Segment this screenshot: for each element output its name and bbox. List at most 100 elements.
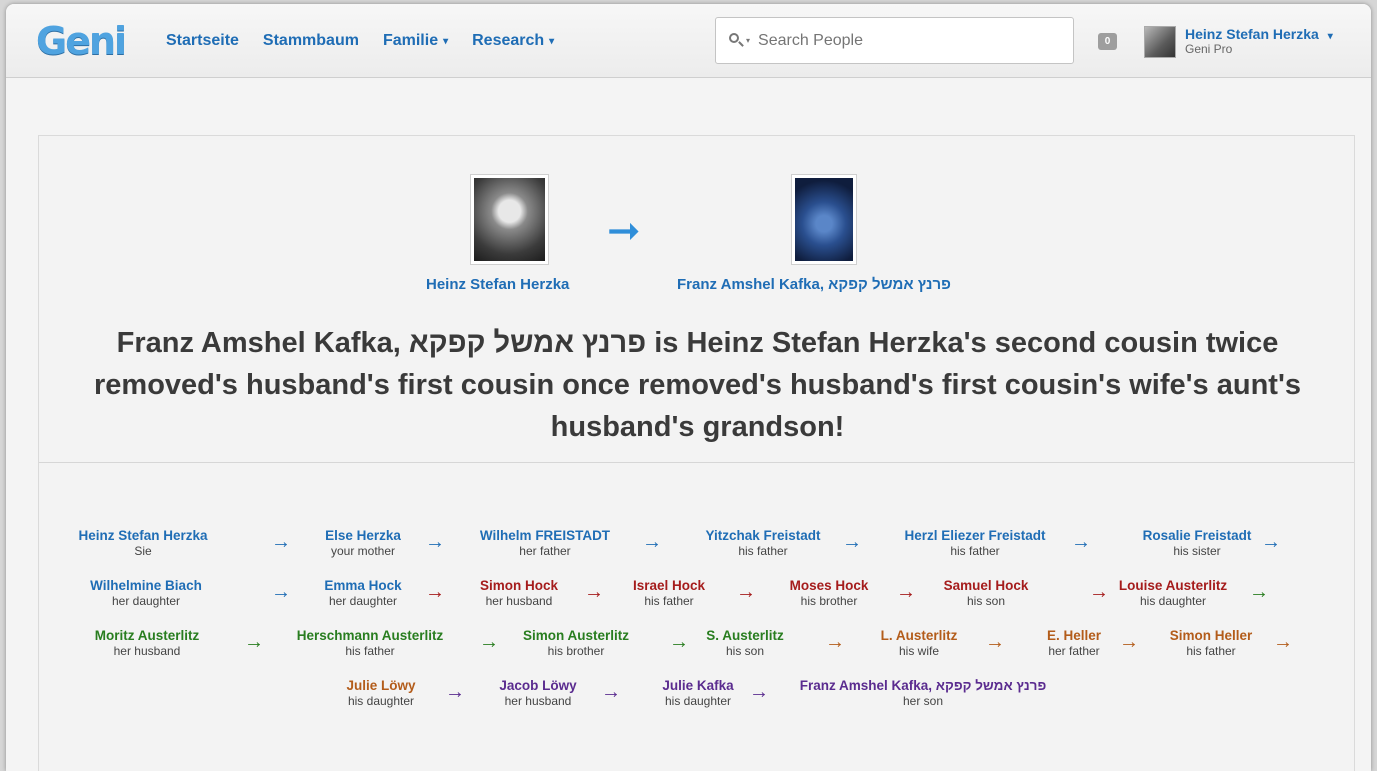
- chain-person-name[interactable]: Wilhelmine Biach: [90, 578, 202, 593]
- chain-person-name[interactable]: E. Heller: [1047, 628, 1101, 643]
- search-box[interactable]: ▾: [715, 17, 1074, 64]
- search-input[interactable]: [758, 31, 1039, 50]
- chain-person: Franz Amshel Kafka, פרנץ אמשל קפקא her so…: [800, 678, 1047, 708]
- nav-startseite[interactable]: Startseite: [166, 32, 239, 50]
- chain-person-relation: her husband: [113, 644, 181, 658]
- relationship-summary: ➞ Heinz Stefan Herzka Franz Amshel Kafka…: [39, 136, 1354, 463]
- chain-person-name[interactable]: Simon Hock: [480, 578, 558, 593]
- user-plan: Geni Pro: [1185, 42, 1233, 56]
- chain-person-name[interactable]: L. Austerlitz: [881, 628, 958, 643]
- chain-person-name[interactable]: Julie Löwy: [346, 678, 415, 693]
- chain-person: Herzl Eliezer Freistadt his father: [904, 528, 1045, 558]
- user-menu[interactable]: Heinz Stefan Herzka ▾: [1185, 26, 1333, 42]
- browser-window: Geni Startseite Stammbaum Familie ▾ Resea…: [6, 4, 1371, 771]
- top-navigation-bar: Geni Startseite Stammbaum Familie ▾ Resea…: [6, 4, 1371, 78]
- arrow-right-icon: →: [1261, 531, 1281, 553]
- arrow-right-icon: →: [749, 681, 769, 703]
- arrow-right-icon: →: [271, 581, 291, 603]
- chain-person-name[interactable]: Louise Austerlitz: [1119, 578, 1227, 593]
- chain-person-relation: his son: [966, 594, 1006, 608]
- nav-research[interactable]: Research ▾: [472, 32, 554, 50]
- chain-person-relation: his father: [644, 594, 694, 608]
- chain-person-name[interactable]: Jacob Löwy: [499, 678, 576, 693]
- chain-person-relation: his brother: [547, 644, 605, 658]
- arrow-right-icon: ➞: [607, 209, 641, 253]
- chain-person-relation: his sister: [1173, 544, 1221, 558]
- relationship-headline: Franz Amshel Kafka, פרנץ אמשל קפקא is He…: [94, 327, 1301, 443]
- arrow-right-icon: →: [669, 631, 689, 653]
- nav-label: Stammbaum: [262, 32, 359, 49]
- user-name-label: Heinz Stefan Herzka: [1185, 26, 1319, 42]
- chain-person: E. Heller her father: [1047, 628, 1101, 658]
- chain-person-relation: her daughter: [111, 594, 181, 608]
- chain-person-relation: her husband: [485, 594, 553, 608]
- chain-person-relation: her son: [902, 694, 944, 708]
- chevron-down-icon: ▾: [443, 35, 449, 47]
- chain-person-name[interactable]: Heinz Stefan Herzka: [78, 528, 207, 543]
- geni-logo[interactable]: Geni: [36, 19, 127, 63]
- profile-photo-to[interactable]: [791, 174, 857, 265]
- chain-person-name[interactable]: Herzl Eliezer Freistadt: [904, 528, 1045, 543]
- chain-person-relation: her husband: [504, 694, 572, 708]
- chevron-down-icon: ▾: [549, 35, 555, 47]
- chain-person-name[interactable]: Moses Hock: [790, 578, 869, 593]
- chain-person: Simon Hock her husband: [480, 578, 558, 608]
- notification-badge[interactable]: 0: [1098, 33, 1117, 50]
- chain-person-name[interactable]: Israel Hock: [633, 578, 705, 593]
- from-person-link[interactable]: Heinz Stefan Herzka: [426, 276, 569, 293]
- nav-familie[interactable]: Familie ▾: [383, 32, 448, 50]
- chain-person: Samuel Hock his son: [944, 578, 1029, 608]
- arrow-right-icon: →: [1273, 631, 1293, 653]
- arrow-right-icon: →: [425, 581, 445, 603]
- arrow-right-icon: →: [842, 531, 862, 553]
- arrow-right-icon: →: [1089, 581, 1109, 603]
- chain-person: Simon Austerlitz his brother: [523, 628, 629, 658]
- chain-person-name[interactable]: Emma Hock: [324, 578, 401, 593]
- chain-person-name[interactable]: Simon Austerlitz: [523, 628, 629, 643]
- profile-photo-from[interactable]: [470, 174, 549, 265]
- chevron-down-icon: ▾: [1327, 31, 1333, 42]
- chain-person-relation: his daughter: [1139, 594, 1207, 608]
- arrow-right-icon: →: [479, 631, 499, 653]
- chain-person-name[interactable]: Rosalie Freistadt: [1143, 528, 1252, 543]
- chain-person-relation: his brother: [800, 594, 858, 608]
- chain-person: Emma Hock her daughter: [324, 578, 401, 608]
- arrow-right-icon: →: [244, 631, 264, 653]
- chain-person: L. Austerlitz his wife: [881, 628, 958, 658]
- arrow-right-icon: →: [736, 581, 756, 603]
- relationship-path: Heinz Stefan Herzka Sie Else Herzka your mo…: [39, 528, 1354, 758]
- chain-person: Jacob Löwy her husband: [499, 678, 576, 708]
- chain-person-relation: his father: [1186, 644, 1236, 658]
- arrow-right-icon: →: [425, 531, 445, 553]
- chain-person-relation: his wife: [898, 644, 940, 658]
- chain-person-name[interactable]: Herschmann Austerlitz: [297, 628, 444, 643]
- chain-person-relation: her daughter: [328, 594, 398, 608]
- avatar[interactable]: [1144, 26, 1176, 58]
- arrow-right-icon: →: [601, 681, 621, 703]
- chain-person: Julie Löwy his daughter: [346, 678, 415, 708]
- to-person-link[interactable]: Franz Amshel Kafka, פרנץ אמשל קפקא: [677, 276, 951, 293]
- chain-person: Rosalie Freistadt his sister: [1143, 528, 1252, 558]
- chain-person-name[interactable]: Samuel Hock: [944, 578, 1029, 593]
- chain-person-relation: Sie: [134, 544, 152, 558]
- chain-person-relation: his father: [345, 644, 395, 658]
- chain-person-name[interactable]: Franz Amshel Kafka, פרנץ אמשל קפקא: [800, 678, 1047, 693]
- search-icon[interactable]: [728, 31, 748, 51]
- chain-person-name[interactable]: Else Herzka: [325, 528, 401, 543]
- nav-stammbaum[interactable]: Stammbaum: [263, 32, 359, 50]
- chain-person-relation: her father: [1048, 644, 1100, 658]
- chain-person-name[interactable]: Wilhelm FREISTADT: [480, 528, 610, 543]
- chain-person-name[interactable]: Moritz Austerlitz: [95, 628, 200, 643]
- chain-person: Herschmann Austerlitz his father: [297, 628, 444, 658]
- chain-person-relation: his daughter: [664, 694, 732, 708]
- chain-person-name[interactable]: Yitzchak Freistadt: [705, 528, 820, 543]
- chain-person-name[interactable]: Julie Kafka: [662, 678, 733, 693]
- arrow-right-icon: →: [271, 531, 291, 553]
- chain-person-relation: his father: [950, 544, 1000, 558]
- chain-person-relation: his son: [725, 644, 765, 658]
- arrow-right-icon: →: [445, 681, 465, 703]
- chain-person-relation: his daughter: [347, 694, 415, 708]
- chain-person-name[interactable]: Simon Heller: [1170, 628, 1253, 643]
- nav-label: Research: [472, 32, 545, 49]
- chain-person-name[interactable]: S. Austerlitz: [706, 628, 784, 643]
